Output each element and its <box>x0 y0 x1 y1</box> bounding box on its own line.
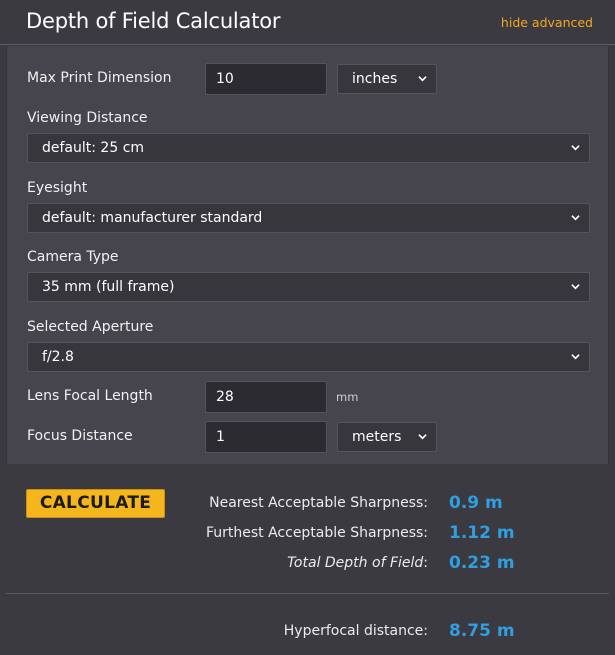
total-dof-value: 0.23 m <box>449 553 515 573</box>
chevron-down-icon <box>571 352 580 361</box>
chevron-down-icon <box>418 74 427 83</box>
camera-type-select[interactable]: 35 mm (full frame) <box>27 272 590 302</box>
aperture-select[interactable]: f/2.8 <box>27 342 590 372</box>
chevron-down-icon <box>571 213 580 222</box>
nearest-sharpness-label: Nearest Acceptable Sharpness: <box>209 495 428 511</box>
viewing-distance-label: Viewing Distance <box>27 110 148 126</box>
total-dof-label-text: Total Depth of Field <box>287 555 424 571</box>
hyperfocal-value: 8.75 m <box>449 621 515 641</box>
header: Depth of Field Calculator hide advanced <box>0 0 615 45</box>
aperture-value: f/2.8 <box>42 349 74 365</box>
viewing-distance-value: default: 25 cm <box>42 140 145 156</box>
total-dof-label: Total Depth of Field: <box>287 555 428 571</box>
focus-distance-input[interactable] <box>205 421 327 453</box>
results-divider <box>6 593 609 594</box>
viewing-distance-select[interactable]: default: 25 cm <box>27 133 590 163</box>
furthest-sharpness-value: 1.12 m <box>449 523 515 543</box>
chevron-down-icon <box>418 432 427 441</box>
max-print-label: Max Print Dimension <box>27 70 172 86</box>
total-dof-colon: : <box>423 555 428 571</box>
focus-distance-unit-select[interactable]: meters <box>337 422 437 452</box>
chevron-down-icon <box>571 282 580 291</box>
hyperfocal-label: Hyperfocal distance: <box>283 623 428 639</box>
nearest-sharpness-value: 0.9 m <box>449 493 503 513</box>
calculate-button[interactable]: CALCULATE <box>26 489 165 518</box>
eyesight-label: Eyesight <box>27 180 88 196</box>
furthest-sharpness-label: Furthest Acceptable Sharpness: <box>205 525 428 541</box>
hide-advanced-link[interactable]: hide advanced <box>501 15 593 30</box>
focal-length-unit: mm <box>336 390 359 404</box>
calculator-form: Max Print Dimension inches Viewing Dista… <box>6 46 609 464</box>
eyesight-value: default: manufacturer standard <box>42 210 263 226</box>
camera-type-value: 35 mm (full frame) <box>42 279 175 295</box>
focus-distance-unit-value: meters <box>352 429 402 445</box>
camera-type-label: Camera Type <box>27 249 119 265</box>
page-title: Depth of Field Calculator <box>26 9 281 33</box>
aperture-label: Selected Aperture <box>27 319 154 335</box>
focus-distance-label: Focus Distance <box>27 428 133 444</box>
max-print-input[interactable] <box>205 63 327 95</box>
chevron-down-icon <box>571 143 580 152</box>
max-print-unit-select[interactable]: inches <box>337 64 437 94</box>
eyesight-select[interactable]: default: manufacturer standard <box>27 203 590 233</box>
focal-length-label: Lens Focal Length <box>27 388 153 404</box>
max-print-unit-value: inches <box>352 71 398 87</box>
focal-length-input[interactable] <box>205 381 327 413</box>
